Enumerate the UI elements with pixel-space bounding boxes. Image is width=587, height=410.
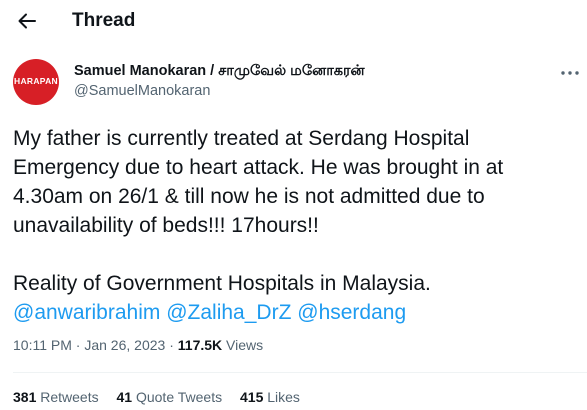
likes-label: Likes (267, 389, 300, 405)
mention-link[interactable]: @Zaliha_DrZ (166, 301, 291, 324)
retweets-label: Retweets (40, 389, 99, 405)
back-button[interactable] (14, 8, 40, 34)
tweet-text: My father is currently treated at Serdan… (13, 124, 581, 327)
thread-header: Thread (0, 0, 587, 42)
tweet-line: unavailability of beds!!! 17hours!! (13, 214, 319, 237)
mentions-line: @anwaribrahim @Zaliha_DrZ @hserdang (13, 298, 581, 327)
quote-tweets-label: Quote Tweets (135, 389, 223, 405)
retweets-stat[interactable]: 381 Retweets (13, 389, 99, 405)
author-handle[interactable]: @SamuelManokaran (74, 83, 210, 99)
more-options-button[interactable] (558, 63, 582, 83)
arrow-left-icon (18, 13, 36, 29)
meta-separator: · (169, 337, 174, 353)
author-name[interactable]: Samuel Manokaran / சாமுவேல் மனோகரன் (74, 63, 365, 81)
tweet-line: Reality of Government Hospitals in Malay… (13, 272, 431, 295)
tweet-line: Emergency due to heart attack. He was br… (13, 156, 504, 179)
more-horizontal-icon (561, 71, 579, 75)
likes-stat[interactable]: 415 Likes (240, 389, 300, 405)
avatar[interactable]: HARAPAN (13, 59, 59, 105)
tweet-date[interactable]: Jan 26, 2023 (84, 337, 165, 353)
harapan-logo: HARAPAN (14, 76, 58, 86)
quote-tweets-count: 41 (116, 389, 133, 405)
mention-link[interactable]: @hserdang (297, 301, 406, 324)
likes-count: 415 (240, 389, 264, 405)
views-label: Views (226, 337, 264, 353)
divider (13, 372, 587, 373)
page-title: Thread (72, 10, 136, 31)
tweet-time[interactable]: 10:11 PM (13, 337, 72, 353)
mention-link[interactable]: @anwaribrahim (13, 301, 160, 324)
engagement-stats: 381 Retweets 41 Quote Tweets 415 Likes (13, 389, 314, 405)
meta-separator: · (75, 337, 81, 353)
views-count: 117.5K (177, 337, 223, 353)
tweet-line: 4.30am on 26/1 & till now he is not admi… (13, 185, 485, 208)
tweet-line: My father is currently treated at Serdan… (13, 127, 470, 150)
retweets-count: 381 (13, 389, 37, 405)
tweet-meta: 10:11 PM · Jan 26, 2023 · 117.5K Views (13, 337, 263, 353)
quote-tweets-stat[interactable]: 41 Quote Tweets (117, 389, 223, 405)
